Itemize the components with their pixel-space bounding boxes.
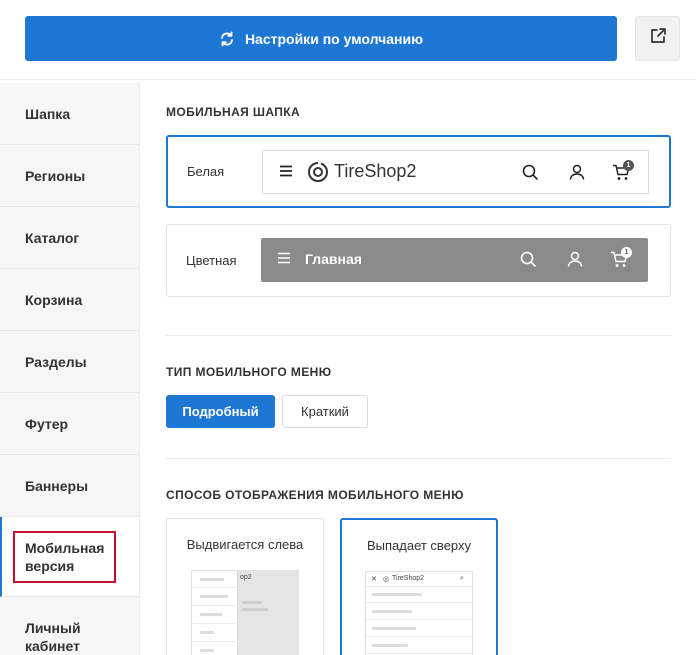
- menu-icon: [278, 252, 290, 264]
- preview-line: [372, 610, 412, 613]
- sidebar-item-label: Корзина: [25, 291, 83, 308]
- sidebar-item-account[interactable]: Личный кабинет: [0, 597, 139, 655]
- drop-top-preview: ✕ ◎ TireShop2 ⌕: [365, 571, 473, 655]
- sidebar-item-label: Разделы: [25, 353, 87, 370]
- share-button[interactable]: [635, 16, 680, 61]
- preview-line: [192, 641, 238, 642]
- header-preview-colored: Главная 1: [261, 238, 648, 282]
- display-option-label: Выдвигается слева: [186, 537, 304, 552]
- sidebar-item-label: Личный кабинет: [25, 619, 81, 655]
- preview-title: Главная: [305, 251, 362, 267]
- header-option-colored[interactable]: Цветная Главная 1: [166, 224, 671, 297]
- reset-defaults-button[interactable]: Настройки по умолчанию: [25, 16, 617, 61]
- sidebar-item-label: Регионы: [25, 167, 86, 184]
- close-icon: ✕: [371, 576, 377, 583]
- divider: [166, 458, 671, 459]
- preview-line: [200, 631, 214, 634]
- sidebar-item-mobile-version[interactable]: Мобильная версия: [0, 517, 139, 597]
- preview-line: [366, 636, 472, 637]
- preview-line: [192, 587, 238, 588]
- divider: [166, 335, 671, 336]
- menu-type-title: ТИП МОБИЛЬНОГО МЕНЮ: [166, 365, 332, 379]
- preview-line: [366, 586, 472, 587]
- sidebar-item-label: Каталог: [25, 229, 80, 246]
- refresh-icon: [219, 31, 235, 47]
- logo-text: TireShop2: [334, 161, 417, 181]
- user-icon: [569, 164, 585, 180]
- settings-content: МОБИЛЬНАЯ ШАПКА Белая TireShop2 1 Цветна…: [141, 83, 696, 655]
- preview-line: [200, 595, 228, 598]
- sidebar-item-label-line: версия: [25, 557, 75, 574]
- header-option-label: Белая: [187, 164, 225, 179]
- search-icon: [522, 164, 538, 180]
- header-option-white[interactable]: Белая TireShop2 1: [166, 135, 671, 208]
- header-option-label: Цветная: [186, 253, 237, 268]
- user-icon: [567, 251, 583, 267]
- preview-line: [192, 605, 238, 606]
- header-preview-white: TireShop2 1: [262, 150, 649, 194]
- sidebar-item-label: Баннеры: [25, 477, 89, 494]
- menu-type-brief-button[interactable]: Краткий: [282, 395, 368, 428]
- sidebar-item-label: Мобильная версия: [13, 530, 117, 583]
- preview-logo-text: op2: [240, 574, 252, 581]
- sidebar-item-label-line: кабинет: [25, 638, 80, 654]
- preview-line: [366, 602, 472, 603]
- menu-type-detailed-button[interactable]: Подробный: [166, 395, 275, 428]
- preview-line: [242, 608, 268, 611]
- display-option-drop-top[interactable]: Выпадает сверху ✕ ◎ TireShop2 ⌕: [340, 518, 498, 655]
- sidebar-item-banners[interactable]: Баннеры: [0, 455, 139, 517]
- mobile-header-title: МОБИЛЬНАЯ ШАПКА: [166, 105, 301, 119]
- display-option-slide-left[interactable]: Выдвигается слева op2: [166, 518, 324, 655]
- sidebar-item-footer[interactable]: Футер: [0, 393, 139, 455]
- search-icon: [520, 251, 536, 267]
- preview-line: [366, 619, 472, 620]
- menu-icon: [280, 165, 292, 177]
- logo-icon: [308, 161, 329, 183]
- preview-drawer: [192, 571, 238, 655]
- cart-count-badge: 1: [623, 160, 634, 171]
- preview-line: [372, 644, 408, 647]
- sidebar-item-sections[interactable]: Разделы: [0, 331, 139, 393]
- preview-line: [242, 601, 262, 604]
- settings-sidebar: Шапка Регионы Каталог Корзина Разделы Фу…: [0, 83, 140, 655]
- slide-left-preview: op2: [191, 570, 299, 655]
- preview-line: [192, 623, 238, 624]
- sidebar-item-header[interactable]: Шапка: [0, 83, 139, 145]
- logo-icon: ◎: [383, 576, 390, 583]
- preview-line: [372, 627, 416, 630]
- sidebar-item-label-line: Мобильная: [25, 539, 105, 556]
- preview-line: [372, 593, 422, 596]
- sidebar-item-label: Шапка: [25, 105, 71, 122]
- preview-logo-text: TireShop2: [392, 575, 425, 582]
- sidebar-item-label-line: Личный: [25, 620, 81, 636]
- sidebar-item-label: Футер: [25, 415, 69, 432]
- sidebar-item-catalog[interactable]: Каталог: [0, 207, 139, 269]
- sidebar-item-regions[interactable]: Регионы: [0, 145, 139, 207]
- display-option-label: Выпадает сверху: [366, 538, 472, 553]
- preview-line: [366, 653, 472, 654]
- search-icon: ⌕: [460, 575, 464, 582]
- preview-line: [200, 578, 224, 581]
- preview-line: [200, 613, 222, 616]
- cart-count-badge: 1: [621, 247, 632, 258]
- sidebar-item-cart[interactable]: Корзина: [0, 269, 139, 331]
- menu-display-title: СПОСОБ ОТОБРАЖЕНИЯ МОБИЛЬНОГО МЕНЮ: [166, 488, 464, 502]
- reset-defaults-label: Настройки по умолчанию: [244, 30, 424, 47]
- top-bar: Настройки по умолчанию: [0, 0, 696, 80]
- share-icon: [649, 27, 667, 50]
- preview-line: [200, 649, 214, 652]
